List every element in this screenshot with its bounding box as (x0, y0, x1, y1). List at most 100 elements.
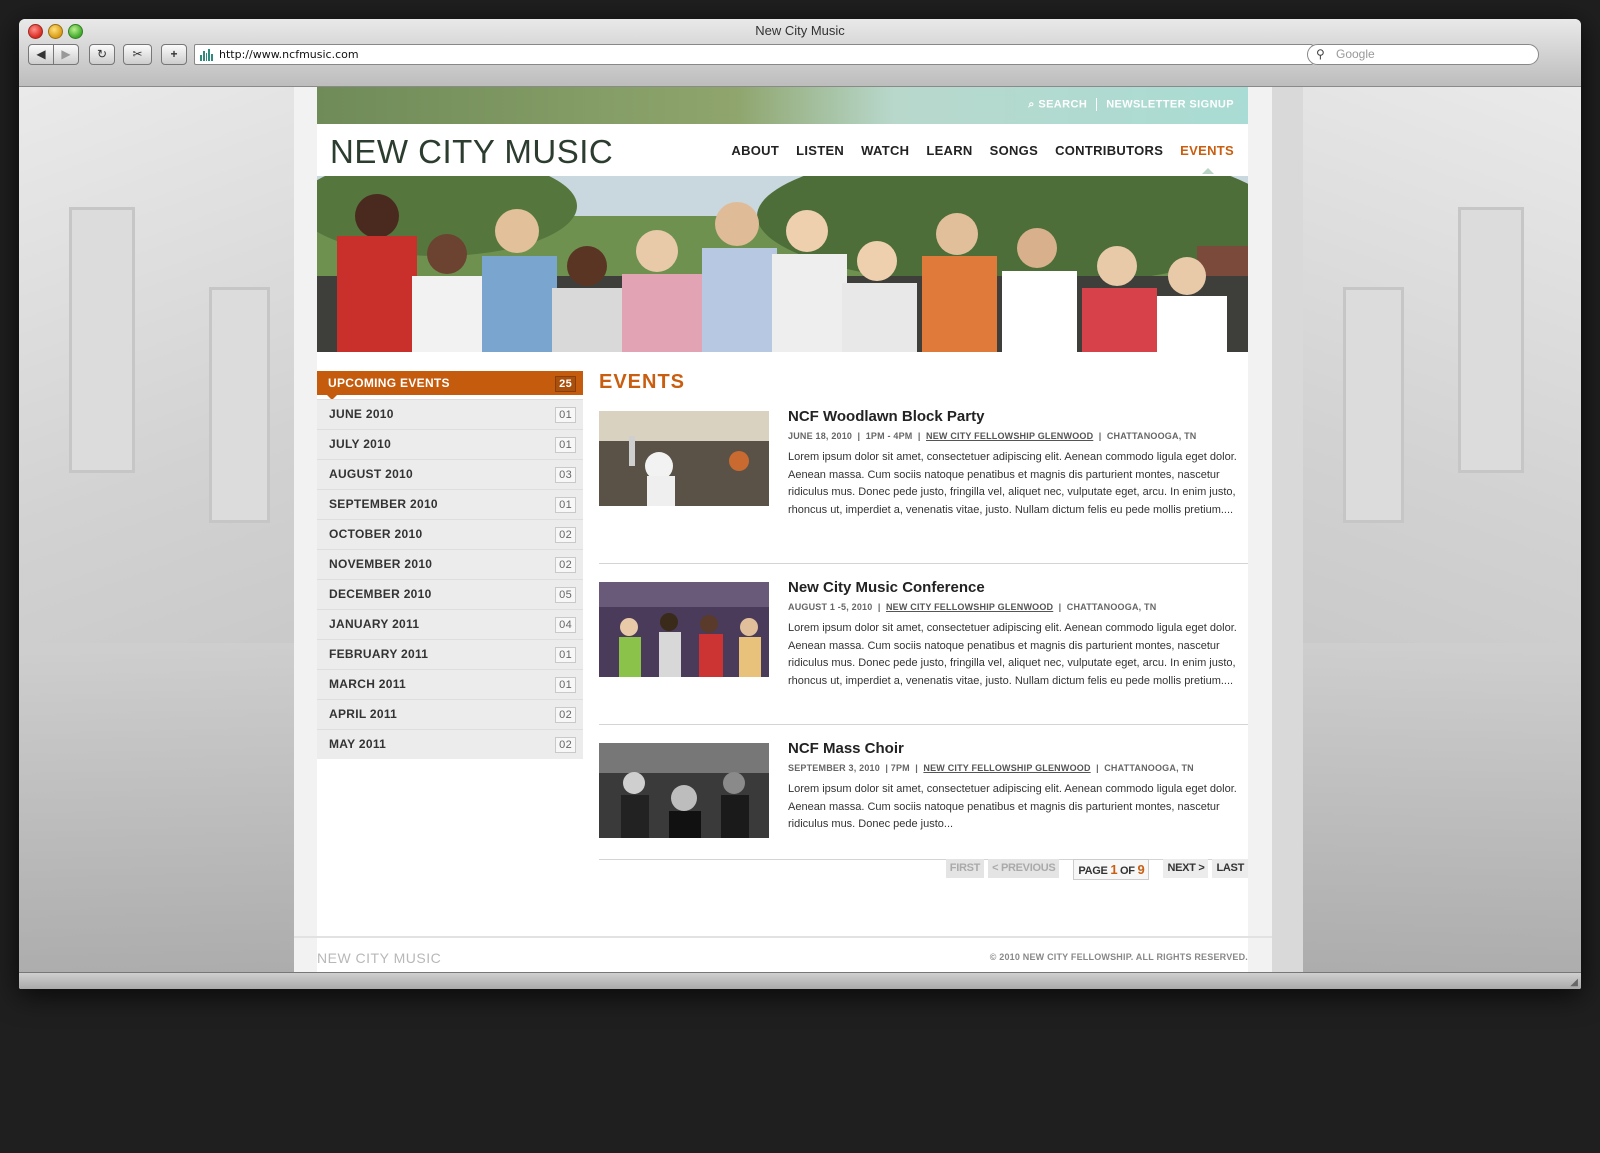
browser-toolbar: New City Music ◀ ▶ ↻ ✂ + http://www.ncfm… (19, 19, 1581, 87)
event-time: 7PM (890, 763, 910, 773)
event-time: 1PM - 4PM (865, 431, 913, 441)
sidebar-item-count: 05 (555, 587, 576, 603)
sidebar-item-november-2010[interactable]: NOVEMBER 2010 02 (317, 549, 583, 579)
sidebar-item-label: JANUARY 2011 (329, 617, 420, 631)
sidebar-item-june-2010[interactable]: JUNE 2010 01 (317, 399, 583, 429)
pager-total-pages: 9 (1137, 862, 1145, 877)
event-meta: SEPTEMBER 3, 2010 | 7PM | NEW CITY FELLO… (788, 763, 1194, 773)
sidebar-item-label: JULY 2010 (329, 437, 392, 451)
sidebar-item-july-2010[interactable]: JULY 2010 01 (317, 429, 583, 459)
sidebar-item-count: 01 (555, 407, 576, 423)
sidebar-item-label: OCTOBER 2010 (329, 527, 423, 541)
web-clip-icon[interactable]: ✂ (123, 44, 152, 65)
sidebar-item-label: MARCH 2011 (329, 677, 407, 691)
nav-contributors[interactable]: CONTRIBUTORS (1055, 143, 1163, 158)
pagination: FIRST < PREVIOUS PAGE 1 OF 9 NEXT > LAST (945, 859, 1248, 880)
active-nav-caret (1202, 168, 1214, 174)
search-link[interactable]: ⌕ SEARCH (1028, 98, 1087, 110)
events-sidebar: UPCOMING EVENTS 25 JUNE 2010 01 JULY 2010… (317, 371, 583, 759)
event-thumbnail[interactable] (599, 411, 769, 506)
nav-learn[interactable]: LEARN (926, 143, 972, 158)
nav-songs[interactable]: SONGS (990, 143, 1038, 158)
address-bar[interactable]: http://www.ncfmusic.com (194, 44, 1313, 65)
sidebar-item-count: 01 (555, 437, 576, 453)
sidebar-item-label: MAY 2011 (329, 737, 387, 751)
footer-logo[interactable]: NEW CITY MUSIC (317, 950, 441, 966)
sidebar-item-label: SEPTEMBER 2010 (329, 497, 438, 511)
hero-choir-illustration (317, 176, 1248, 352)
event-thumbnail[interactable] (599, 743, 769, 838)
page-viewport[interactable]: ⌕ SEARCH NEWSLETTER SIGNUP NEW CITY MUSIC… (19, 87, 1581, 973)
upcoming-events-header[interactable]: UPCOMING EVENTS 25 (317, 371, 583, 400)
sidebar-item-count: 03 (555, 467, 576, 483)
event-title[interactable]: NCF Mass Choir (788, 740, 904, 757)
pager-previous[interactable]: < PREVIOUS (988, 859, 1060, 878)
nav-events[interactable]: EVENTS (1180, 143, 1234, 158)
sidebar-item-count: 01 (555, 677, 576, 693)
sidebar-item-october-2010[interactable]: OCTOBER 2010 02 (317, 519, 583, 549)
nav-about[interactable]: ABOUT (731, 143, 779, 158)
pager-next[interactable]: NEXT > (1163, 859, 1209, 878)
sidebar-item-label: NOVEMBER 2010 (329, 557, 433, 571)
pager-page-indicator: PAGE 1 OF 9 (1073, 859, 1150, 880)
event-venue-link[interactable]: NEW CITY FELLOWSHIP GLENWOOD (926, 431, 1093, 441)
sidebar-item-january-2011[interactable]: JANUARY 2011 04 (317, 609, 583, 639)
event-description: Lorem ipsum dolor sit amet, consectetuer… (788, 622, 1237, 687)
url-text: http://www.ncfmusic.com (219, 48, 359, 61)
page-content: ⌕ SEARCH NEWSLETTER SIGNUP NEW CITY MUSIC… (317, 87, 1248, 936)
window-status-bar: ◢ (19, 972, 1581, 989)
site-logo[interactable]: NEW CITY MUSIC (330, 133, 613, 171)
event-meta: AUGUST 1 -5, 2010 | NEW CITY FELLOWSHIP … (788, 602, 1157, 612)
event-venue-link[interactable]: NEW CITY FELLOWSHIP GLENWOOD (886, 602, 1053, 612)
pager-first[interactable]: FIRST (945, 859, 985, 878)
utility-divider (1096, 98, 1098, 111)
utility-nav: ⌕ SEARCH NEWSLETTER SIGNUP (1028, 98, 1234, 111)
sidebar-item-count: 04 (555, 617, 576, 633)
sidebar-item-february-2011[interactable]: FEBRUARY 2011 01 (317, 639, 583, 669)
event-thumbnail[interactable] (599, 582, 769, 677)
browser-search-field[interactable]: ⚲ Google (1307, 44, 1539, 65)
pager-last[interactable]: LAST (1212, 859, 1248, 878)
event-location: CHATTANOOGA, TN (1066, 602, 1157, 612)
sidebar-item-count: 02 (555, 737, 576, 753)
event-item: New City Music Conference AUGUST 1 -5, 2… (599, 564, 1248, 725)
event-description: Lorem ipsum dolor sit amet, consectetuer… (788, 783, 1237, 830)
sidebar-item-label: AUGUST 2010 (329, 467, 413, 481)
sidebar-item-label: APRIL 2011 (329, 707, 398, 721)
sidebar-item-count: 02 (555, 707, 576, 723)
nav-listen[interactable]: LISTEN (796, 143, 844, 158)
event-venue-link[interactable]: NEW CITY FELLOWSHIP GLENWOOD (923, 763, 1090, 773)
sidebar-item-count: 01 (555, 497, 576, 513)
event-location: CHATTANOOGA, TN (1104, 763, 1194, 773)
sidebar-item-count: 02 (555, 557, 576, 573)
newsletter-signup-link[interactable]: NEWSLETTER SIGNUP (1106, 98, 1234, 110)
sidebar-item-september-2010[interactable]: SEPTEMBER 2010 01 (317, 489, 583, 519)
background-photo-left (19, 87, 294, 973)
site-favicon-icon (200, 48, 213, 61)
sidebar-item-count: 01 (555, 647, 576, 663)
sidebar-item-march-2011[interactable]: MARCH 2011 01 (317, 669, 583, 699)
event-item: NCF Mass Choir SEPTEMBER 3, 2010 | 7PM |… (599, 725, 1248, 860)
resize-grip-icon[interactable]: ◢ (1570, 977, 1578, 988)
back-arrow-icon[interactable]: ◀ (28, 44, 54, 65)
upcoming-events-label: UPCOMING EVENTS (328, 376, 450, 390)
sidebar-item-august-2010[interactable]: AUGUST 2010 03 (317, 459, 583, 489)
background-photo-right (1303, 87, 1581, 973)
nav-watch[interactable]: WATCH (861, 143, 909, 158)
page-title: EVENTS (599, 371, 686, 393)
browser-window: New City Music ◀ ▶ ↻ ✂ + http://www.ncfm… (19, 19, 1581, 989)
event-description: Lorem ipsum dolor sit amet, consectetuer… (788, 451, 1237, 516)
event-date: JUNE 18, 2010 (788, 431, 853, 441)
window-title: New City Music (755, 23, 845, 38)
sidebar-item-may-2011[interactable]: MAY 2011 02 (317, 729, 583, 759)
reload-icon[interactable]: ↻ (89, 44, 115, 65)
sidebar-item-label: DECEMBER 2010 (329, 587, 432, 601)
sidebar-item-december-2010[interactable]: DECEMBER 2010 05 (317, 579, 583, 609)
add-bookmark-icon[interactable]: + (161, 44, 187, 65)
sidebar-item-april-2011[interactable]: APRIL 2011 02 (317, 699, 583, 729)
event-title[interactable]: New City Music Conference (788, 579, 985, 596)
event-title[interactable]: NCF Woodlawn Block Party (788, 408, 984, 425)
event-location: CHATTANOOGA, TN (1106, 431, 1197, 441)
pager-page-label: PAGE (1078, 865, 1108, 877)
forward-arrow-icon[interactable]: ▶ (53, 44, 79, 65)
